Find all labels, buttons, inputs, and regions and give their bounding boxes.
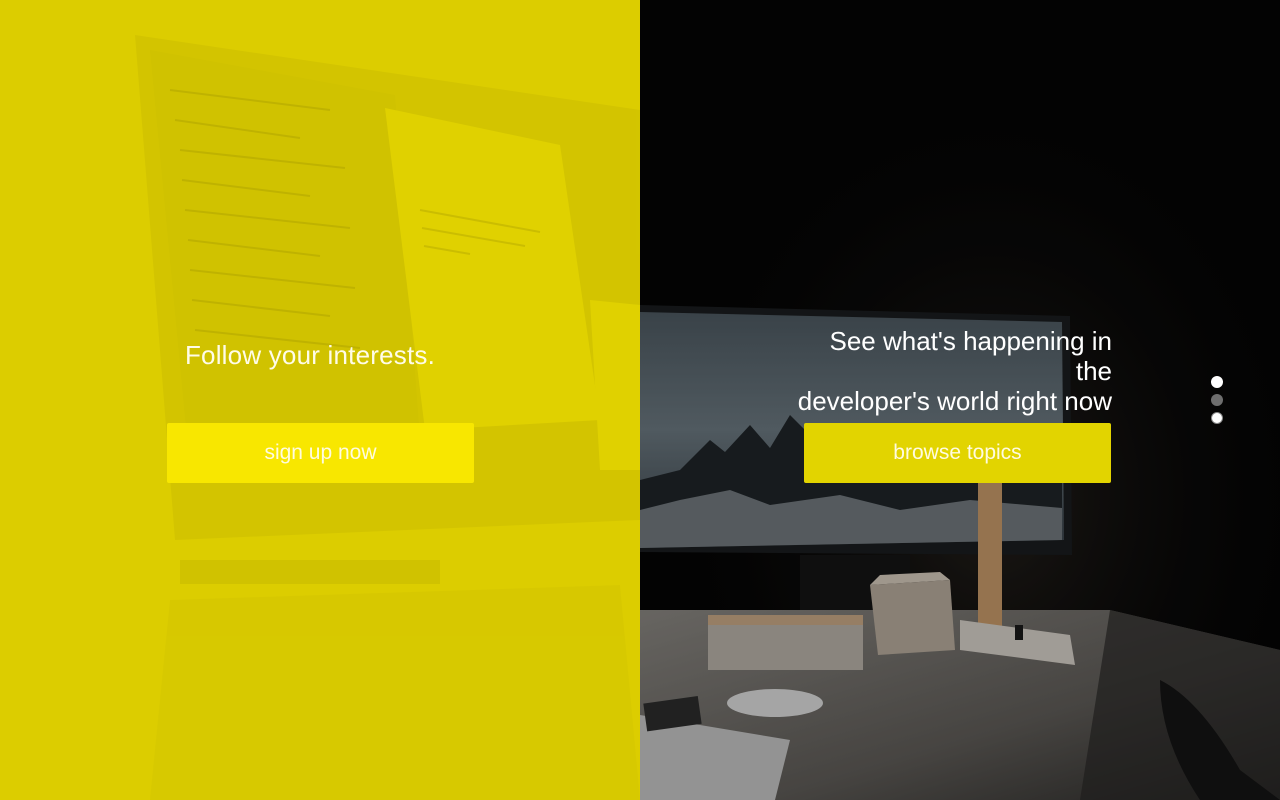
sign-up-button[interactable]: sign up now [167, 423, 474, 483]
pagination-dot-2[interactable] [1211, 394, 1223, 406]
right-panel: See what's happening in the developer's … [640, 0, 1280, 800]
left-panel: Follow your interests. sign up now [0, 0, 640, 800]
left-headline: Follow your interests. [184, 340, 436, 370]
landing-page: Follow your interests. sign up now See w… [0, 0, 1280, 800]
right-headline: See what's happening in the developer's … [790, 326, 1112, 416]
slide-pagination [1211, 376, 1223, 430]
pagination-dot-3[interactable] [1211, 412, 1223, 424]
right-headline-line1: See what's happening in the [829, 326, 1112, 386]
background-image-monitor-code [135, 35, 640, 800]
browse-topics-button[interactable]: browse topics [804, 423, 1111, 483]
pagination-dot-1[interactable] [1211, 376, 1223, 388]
right-headline-line2: developer's world right now [797, 386, 1112, 416]
